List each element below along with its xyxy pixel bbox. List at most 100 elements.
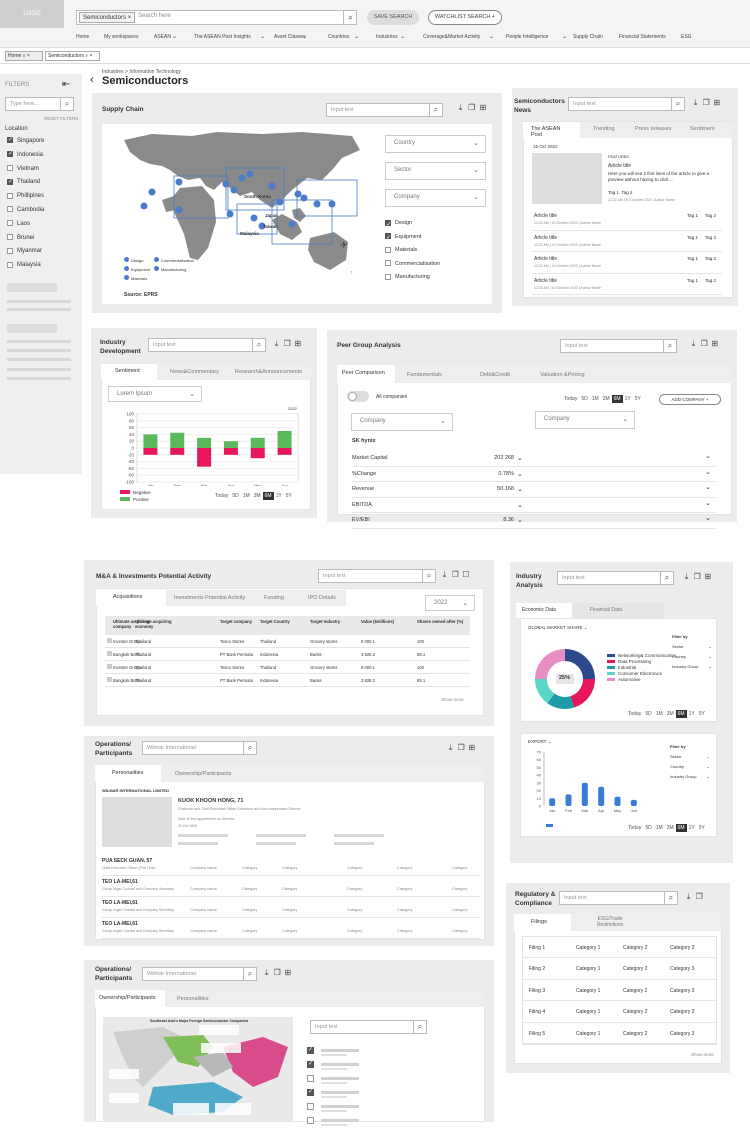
checkbox[interactable] [7, 178, 13, 186]
featured-title[interactable]: Article title [608, 163, 631, 169]
location-item-brunei[interactable]: Brunei [7, 234, 77, 248]
download-icon[interactable]: ⤓ [456, 103, 465, 112]
show-more-link[interactable]: Show more [691, 1052, 714, 1057]
filing-row[interactable]: Filing 1 Category 1 Category 2 Category 3 [523, 937, 716, 959]
nav-item-home[interactable]: Home [76, 34, 89, 40]
range-today[interactable]: Today [562, 395, 579, 403]
chevron-down-icon[interactable]: ⌄ [705, 514, 711, 522]
news-item[interactable]: Article title 12:22 AM | 10 October 2022 … [532, 274, 722, 295]
chip-close-icon[interactable]: × [128, 15, 132, 21]
tab-debt-credit[interactable]: Debt&Credit [480, 372, 510, 378]
checkbox[interactable] [107, 677, 112, 682]
download-icon[interactable]: ⤓ [262, 968, 271, 977]
checkbox[interactable] [107, 651, 112, 656]
copy-icon[interactable]: ❐ [695, 892, 704, 901]
search-button[interactable]: ⌕ [252, 338, 266, 352]
person-name[interactable]: TEO LA-MEI,61 [102, 900, 138, 906]
tab-press-releases[interactable]: Press releases [635, 126, 671, 132]
range-5y[interactable]: 5Y [697, 824, 707, 832]
location-item-vietnam[interactable]: Vietnam [7, 165, 77, 179]
tab-funding[interactable]: Funding [264, 595, 284, 601]
back-icon[interactable]: ‹ [90, 74, 94, 86]
range-today[interactable]: Today [626, 824, 643, 832]
filter-sector[interactable]: Sector ⌄ [672, 642, 712, 652]
tab-news-commentary[interactable]: News&Commentary [170, 369, 219, 375]
search-button[interactable]: ⌕ [429, 103, 443, 117]
metric-row-revenue[interactable]: Revenue 50.168 ⌄ ⌄ [351, 482, 716, 498]
person-row[interactable]: TEO LA-MEI,61 Group Legal Counsel and Com… [102, 876, 480, 897]
download-icon[interactable]: ⤓ [682, 572, 691, 581]
check-design[interactable]: Design [385, 217, 440, 232]
range-1y[interactable]: 1Y [274, 492, 284, 500]
chevron-down-icon[interactable]: ⌄ [517, 470, 523, 478]
bar-positive[interactable] [170, 432, 185, 448]
tab-fundamentals[interactable]: Fundamentals [407, 372, 442, 378]
table-row[interactable]: Bangkok Bank Thailand PT Bank Permata Indon… [105, 648, 470, 661]
tag[interactable]: Tag 1 [608, 190, 619, 195]
donut-slice-data-processing[interactable] [570, 679, 595, 708]
copy-icon[interactable]: ❐ [273, 968, 282, 977]
country-dropdown[interactable]: Country ⌄ [385, 135, 486, 153]
download-icon[interactable]: ⤓ [691, 98, 700, 107]
tag[interactable]: Tag 2 [705, 256, 716, 261]
news-item-title[interactable]: Article title [534, 235, 557, 241]
checkbox[interactable] [7, 192, 13, 199]
export-bar-chart[interactable]: 70 60 50 40 30 20 10 0 Jan Feb Mar Apr May Jun [530, 748, 650, 818]
tab-acquisitions[interactable]: Acquisitions [96, 590, 166, 606]
doc-tab-home[interactable]: Home ⌕ × [5, 51, 43, 61]
copy-icon[interactable]: ❐ [467, 103, 476, 112]
operations-input[interactable]: Wilmar International [142, 741, 244, 755]
operations-input-2[interactable]: Wilmar International [142, 967, 244, 981]
range-today[interactable]: Today [626, 710, 643, 718]
export-bar[interactable] [598, 786, 605, 806]
filing-row[interactable]: Filing 2 Category 1 Category 2 Category 3 [523, 958, 716, 980]
company-dropdown-1[interactable]: Company ⌄ [351, 413, 453, 431]
bar-positive[interactable] [223, 441, 238, 448]
checkbox[interactable] [307, 1046, 314, 1054]
column-header[interactable]: Target Country [260, 619, 305, 624]
range-5d[interactable]: 5D [643, 824, 653, 832]
save-search-button[interactable]: SAVE SEARCH [367, 10, 419, 25]
export-bar[interactable] [614, 796, 621, 806]
industry-dropdown[interactable]: Lorem Ipsum ⌄ [108, 386, 202, 402]
search-button[interactable]: ⌕ [663, 339, 677, 353]
tab-ownership-participants[interactable]: Ownership/Participants [175, 771, 232, 777]
tag[interactable]: Tag 2 [705, 278, 716, 283]
checkbox[interactable] [385, 260, 391, 267]
ownership-option[interactable] [307, 1046, 359, 1061]
add-icon[interactable]: ⊞ [710, 339, 719, 348]
add-icon[interactable]: ⊞ [467, 743, 476, 752]
column-header[interactable]: Shares owned after (%) [417, 619, 472, 624]
bar-negative[interactable] [197, 448, 212, 467]
table-row[interactable]: Investor Group Thailand Tesco Stores Thaila… [105, 635, 470, 648]
search-input[interactable]: Search here [138, 13, 171, 19]
location-item-cambodia[interactable]: Cambodia [7, 206, 77, 220]
collapse-sidebar-icon[interactable]: ⇤ [62, 79, 70, 90]
nav-item-the-asean-post-insights[interactable]: The ASEAN Post Insights [194, 34, 251, 40]
checkbox[interactable] [307, 1088, 314, 1096]
filter-search-input[interactable]: Type here... [5, 97, 61, 111]
person-name[interactable]: TEO LA-MEI,61 [102, 879, 138, 885]
mna-input[interactable]: Input text [318, 569, 423, 583]
range-5y[interactable]: 5Y [284, 492, 294, 500]
doc-tab-semiconductors[interactable]: Semiconductors ⌕ × [45, 51, 100, 61]
company-dropdown[interactable]: Company ⌄ [385, 189, 486, 207]
search-button[interactable]: ⌕ [243, 967, 257, 981]
market-share-title[interactable]: GLOBAL MARKET SHARE ⌄ [528, 625, 588, 631]
news-item-title[interactable]: Article title [534, 278, 557, 284]
range-1m[interactable]: 1M [654, 824, 665, 832]
company-dropdown-2[interactable]: Company ⌄ [535, 411, 635, 429]
checkbox[interactable] [307, 1117, 314, 1124]
range-1m[interactable]: 1M [654, 710, 665, 718]
peer-input[interactable]: Input text [560, 339, 664, 353]
range-3m[interactable]: 3M [252, 492, 263, 500]
add-icon[interactable]: ⊞ [283, 968, 292, 977]
chevron-down-icon[interactable]: ⌄ [705, 499, 711, 507]
bar-positive[interactable] [250, 437, 265, 448]
range-3m[interactable]: 3M [665, 710, 676, 718]
tag[interactable]: Tag 2 [705, 235, 716, 240]
add-icon[interactable]: ☐ [461, 570, 470, 579]
column-header[interactable]: Target Industry [310, 619, 355, 624]
metric-row-change[interactable]: %Change 0.78% ⌄ ⌄ [351, 467, 716, 482]
column-header[interactable]: Target company [220, 619, 265, 624]
